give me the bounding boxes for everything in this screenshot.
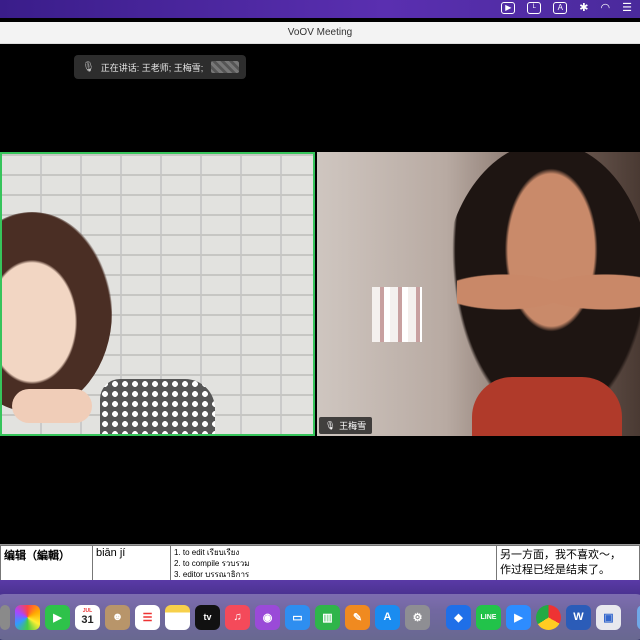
- red-top: [472, 377, 622, 436]
- video-camera-icon[interactable]: ▶: [501, 2, 516, 14]
- table-row: 编辑（編輯） biān jí 1. to edit เรียบเรียง 2. …: [0, 545, 640, 580]
- line-app-icon[interactable]: L: [527, 2, 542, 14]
- microphone-icon: 🎙: [325, 421, 336, 430]
- speaking-indicator: 🎙 正在讲话: 王老师; 王梅雪;: [74, 55, 246, 79]
- meanings-cell: 1. to edit เรียบเรียง 2. to compile รวบร…: [170, 545, 497, 580]
- wall-photos: [372, 287, 422, 342]
- contacts-icon[interactable]: ☻: [105, 604, 130, 630]
- voov-meeting-icon[interactable]: ◆: [446, 604, 471, 630]
- launchpad-icon[interactable]: [0, 604, 10, 630]
- blurred-name: [211, 61, 240, 73]
- word-cell: 编辑（編輯）: [0, 545, 93, 580]
- example-line: 作过程已经是结束了。: [500, 563, 610, 576]
- apple-tv-icon[interactable]: tv: [195, 604, 220, 630]
- chrome-icon[interactable]: [536, 604, 561, 630]
- participant-name: 王梅雪: [339, 421, 367, 431]
- example-cell: 另一方面，我不喜欢〜， 作过程已经是结束了。: [496, 545, 640, 580]
- pages-icon[interactable]: ✎: [345, 604, 370, 630]
- meeting-view: 🎙 正在讲话: 王老师; 王梅雪; 🎙 王梅雪: [0, 44, 640, 544]
- facetime-icon[interactable]: ▶: [45, 604, 70, 630]
- app-store-icon[interactable]: A: [375, 604, 400, 630]
- vocabulary-table: 编辑（編輯） biān jí 1. to edit เรียบเรียง 2. …: [0, 545, 640, 580]
- line-icon[interactable]: LINE: [476, 604, 501, 630]
- hand: [12, 389, 92, 423]
- numbers-icon[interactable]: ▥: [315, 604, 340, 630]
- patterned-shirt: [100, 379, 215, 434]
- word-icon[interactable]: W: [566, 604, 591, 630]
- microphone-icon: 🎙: [82, 61, 95, 73]
- calendar-day: 31: [81, 614, 94, 626]
- preview-icon[interactable]: ▣: [596, 604, 621, 630]
- video-tile-left[interactable]: [0, 152, 315, 436]
- hands-on-cheeks: [457, 252, 640, 332]
- window-titlebar: VoOV Meeting: [0, 22, 640, 44]
- meaning-line: 3. editor บรรณาธิการ: [174, 570, 250, 579]
- zoom-icon[interactable]: ▶: [506, 604, 531, 630]
- photos-icon[interactable]: [15, 604, 40, 630]
- example-line: 另一方面，我不喜欢〜，: [500, 548, 621, 561]
- participant-name-badge: 🎙 王梅雪: [319, 417, 373, 434]
- dock: ▶ JUL 31 ☻ ☰ tv ♫ ◉ ▭ ▥ ✎ A ⚙ ◆ LINE ▶ W…: [0, 594, 640, 640]
- pinyin-cell: biān jí: [92, 545, 171, 580]
- window-title: VoOV Meeting: [287, 27, 353, 38]
- meaning-line: 2. to compile รวบรวม: [174, 559, 250, 568]
- video-tile-right[interactable]: 🎙 王梅雪: [317, 152, 640, 436]
- notes-icon[interactable]: [165, 604, 190, 630]
- music-icon[interactable]: ♫: [225, 604, 250, 630]
- calendar-icon[interactable]: JUL 31: [75, 604, 100, 630]
- speaking-text: 正在讲话: 王老师; 王梅雪;: [100, 62, 204, 73]
- system-preferences-icon[interactable]: ⚙: [405, 604, 430, 630]
- bluetooth-icon[interactable]: ✱: [579, 2, 588, 14]
- wifi-icon[interactable]: ◠: [601, 2, 611, 14]
- reminders-icon[interactable]: ☰: [135, 604, 160, 630]
- keynote-icon[interactable]: ▭: [285, 604, 310, 630]
- control-center-icon[interactable]: ☰: [622, 2, 632, 14]
- tv-label: tv: [203, 612, 212, 622]
- menu-bar: ▶ L A ✱ ◠ ☰: [0, 0, 640, 18]
- vocabulary-document: 编辑（編輯） biān jí 1. to edit เรียบเรียง 2. …: [0, 544, 640, 580]
- podcasts-icon[interactable]: ◉: [255, 604, 280, 630]
- meaning-line: 1. to edit เรียบเรียง: [174, 548, 240, 557]
- input-source-icon[interactable]: A: [553, 2, 568, 14]
